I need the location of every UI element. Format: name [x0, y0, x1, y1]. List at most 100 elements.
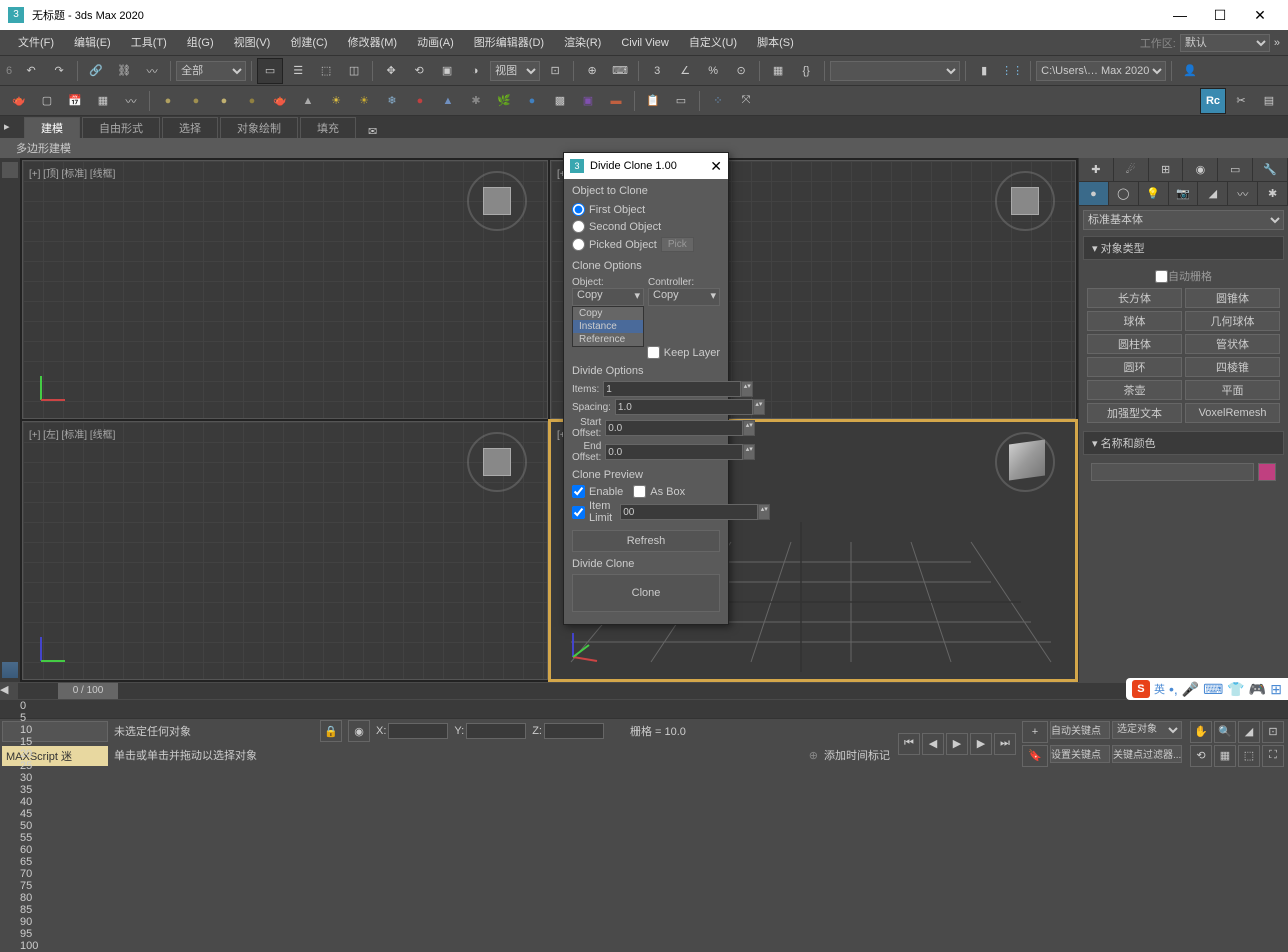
nav-btn-1[interactable] [2, 162, 18, 178]
radio-first[interactable] [572, 203, 585, 216]
controller-clone-select[interactable]: Copy▾ [648, 288, 720, 306]
gradient-icon[interactable]: ▬ [603, 88, 629, 114]
rollout-namecolor[interactable]: ▾ 名称和颜色 [1083, 431, 1284, 455]
time-slider[interactable]: 0 / 100 [18, 683, 1270, 699]
btn-voxel[interactable]: VoxelRemesh [1185, 403, 1280, 423]
cmdtab-hierarchy[interactable]: ⊞ [1149, 158, 1184, 181]
itemlimit-check[interactable] [572, 506, 585, 519]
pick-button[interactable]: Pick [661, 237, 694, 252]
object-name-input[interactable] [1091, 463, 1254, 481]
clone-button[interactable]: Clone [572, 574, 720, 612]
opt-copy[interactable]: Copy [573, 307, 643, 320]
btn-teapot[interactable]: 茶壶 [1087, 380, 1182, 400]
autogrid-check[interactable] [1155, 270, 1168, 283]
sun-icon[interactable]: ☀ [323, 88, 349, 114]
object-clone-select[interactable]: Copy▾ [572, 288, 644, 306]
subtab-shapes[interactable]: ◯ [1109, 182, 1139, 205]
menu-edit[interactable]: 编辑(E) [64, 30, 121, 56]
placement-icon[interactable]: ◑ [462, 58, 488, 84]
keyboard-icon[interactable]: ⌨ [607, 58, 633, 84]
snow-icon[interactable]: ❄ [379, 88, 405, 114]
ime-lang[interactable]: 英 [1154, 681, 1165, 697]
bind-icon[interactable]: 〰 [139, 58, 165, 84]
snap-3d-icon[interactable]: 3 [644, 58, 670, 84]
cmdtab-create[interactable]: ✚ [1079, 158, 1114, 181]
percent-snap-icon[interactable]: % [700, 58, 726, 84]
subtab-cameras[interactable]: 📷 [1169, 182, 1199, 205]
subtab-polymodel[interactable]: 多边形建模 [8, 138, 79, 158]
red-sphere-icon[interactable]: ● [407, 88, 433, 114]
ime-logo-icon[interactable]: S [1132, 680, 1150, 698]
toggle-icon[interactable]: ▮ [971, 58, 997, 84]
menu-graph[interactable]: 图形编辑器(D) [464, 30, 554, 56]
ime-keyboard-icon[interactable]: ⌨ [1203, 681, 1223, 698]
window-crossing-icon[interactable]: ◫ [341, 58, 367, 84]
btn-cone[interactable]: 圆锥体 [1185, 288, 1280, 308]
subtab-helpers[interactable]: ◢ [1198, 182, 1228, 205]
nav-btn-2[interactable] [2, 662, 18, 678]
teapot-icon[interactable]: 🫖 [6, 88, 32, 114]
workspace-select[interactable]: 默认 [1180, 34, 1270, 52]
select-region-icon[interactable]: ⬚ [313, 58, 339, 84]
keep-layer-check[interactable] [647, 346, 660, 359]
btn-pyramid[interactable]: 四棱锥 [1185, 357, 1280, 377]
timeline-prev-icon[interactable]: ◀ [0, 683, 16, 699]
wave-icon[interactable]: 〰 [118, 88, 144, 114]
opt-reference[interactable]: Reference [573, 333, 643, 346]
asbox-check[interactable] [633, 485, 646, 498]
named-sets-icon[interactable]: ▦ [765, 58, 791, 84]
menu-civil[interactable]: Civil View [611, 30, 678, 56]
dots-icon[interactable]: ⁘ [705, 88, 731, 114]
items-input[interactable] [603, 381, 741, 397]
sphere4-icon[interactable]: ● [239, 88, 265, 114]
tab-modeling[interactable]: 建模 [24, 117, 80, 138]
checker-icon[interactable]: ▩ [547, 88, 573, 114]
menu-modifiers[interactable]: 修改器(M) [338, 30, 408, 56]
cone-icon[interactable]: ▲ [295, 88, 321, 114]
ribbon-min-icon[interactable]: ▸ [4, 120, 22, 138]
btn-cylinder[interactable]: 圆柱体 [1087, 334, 1182, 354]
cmdtab-utils[interactable]: 🔧 [1253, 158, 1288, 181]
redo-icon[interactable]: ↷ [46, 58, 72, 84]
category-select[interactable]: 标准基本体 [1083, 210, 1284, 230]
link-icon[interactable]: 🔗 [83, 58, 109, 84]
ribbon-mail-icon[interactable]: ✉ [368, 125, 377, 138]
select-icon[interactable]: ▭ [257, 58, 283, 84]
tab-objpaint[interactable]: 对象绘制 [220, 117, 298, 138]
time-ruler[interactable]: 0510152025303540455055606570758085909510… [0, 700, 1288, 718]
subtab-geom[interactable]: ● [1079, 182, 1109, 205]
cmdtab-motion[interactable]: ◉ [1183, 158, 1218, 181]
ime-punct-icon[interactable]: •, [1169, 681, 1178, 697]
rc-icon[interactable]: Rc [1200, 88, 1226, 114]
btn-textplus[interactable]: 加强型文本 [1087, 403, 1182, 423]
refresh-button[interactable]: Refresh [572, 530, 720, 552]
arrows-icon[interactable]: ⤧ [733, 88, 759, 114]
copy-icon[interactable]: ▭ [668, 88, 694, 114]
btn-box[interactable]: 长方体 [1087, 288, 1182, 308]
grass-icon[interactable]: 🌿 [491, 88, 517, 114]
path-select[interactable]: C:\Users\… Max 2020 [1036, 61, 1166, 81]
cmdtab-modify[interactable]: ☄ [1114, 158, 1149, 181]
btn-geosphere[interactable]: 几何球体 [1185, 311, 1280, 331]
color-swatch[interactable] [1258, 463, 1276, 481]
sun2-icon[interactable]: ☀ [351, 88, 377, 114]
sphere1-icon[interactable]: ● [155, 88, 181, 114]
layer-icon[interactable]: ⋮⋮ [999, 58, 1025, 84]
scale-icon[interactable]: ▣ [434, 58, 460, 84]
viewport-top[interactable]: [+] [顶] [标准] [线框] [22, 160, 548, 419]
spinner-snap-icon[interactable]: ⊙ [728, 58, 754, 84]
btn-torus[interactable]: 圆环 [1087, 357, 1182, 377]
sphere3-icon[interactable]: ● [211, 88, 237, 114]
minimize-button[interactable]: — [1160, 0, 1200, 30]
btn-sphere[interactable]: 球体 [1087, 311, 1182, 331]
subtab-lights[interactable]: 💡 [1139, 182, 1169, 205]
radio-picked[interactable] [572, 238, 585, 251]
dialog-close-button[interactable]: ✕ [710, 158, 722, 175]
menu-customize[interactable]: 自定义(U) [679, 30, 747, 56]
end-offset-input[interactable] [605, 444, 743, 460]
ime-skin-icon[interactable]: 👕 [1227, 681, 1244, 698]
mirror-icon[interactable]: {} [793, 58, 819, 84]
ime-game-icon[interactable]: 🎮 [1249, 681, 1266, 698]
menu-create[interactable]: 创建(C) [280, 30, 337, 56]
maximize-button[interactable]: ☐ [1200, 0, 1240, 30]
